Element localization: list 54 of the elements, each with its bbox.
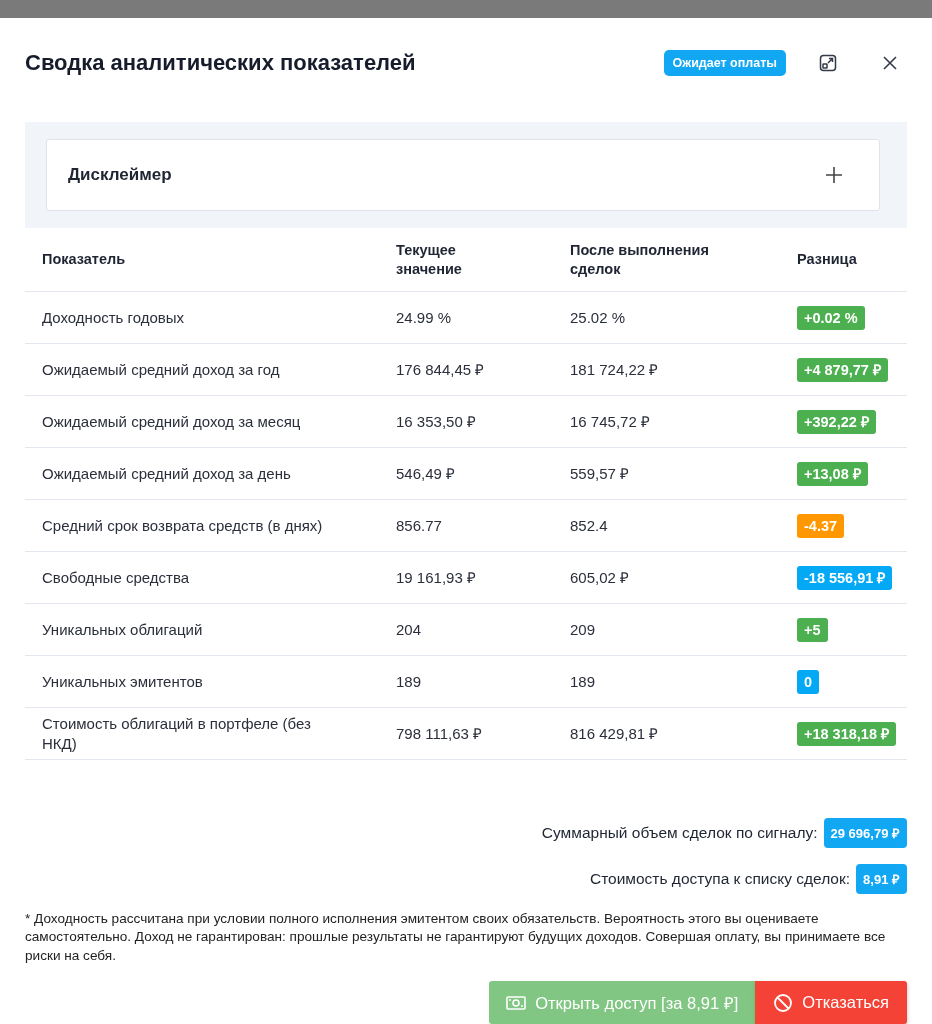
table-cell: Свободные средства — [25, 551, 379, 604]
expand-icon[interactable] — [818, 53, 838, 73]
table-cell: Ожидаемый средний доход за день — [25, 447, 379, 500]
table-cell: 176 844,45 ₽ — [379, 343, 553, 396]
difference-badge: -18 556,91 ₽ — [797, 565, 893, 590]
footnote-text: * Доходность рассчитана при условии полного исполнения эмитентом своих обязательств. Вероятность этого вы оцениваете самостоятельно. Доход не гарантирован: прошлые результаты не гарантируют будущих доходов. Совершая оплату, вы принимаете все риски на себя. — [25, 910, 887, 965]
summary-label: Суммарный объем сделок по сигналу: — [541, 824, 818, 842]
table-cell: 204 — [379, 603, 553, 656]
decline-button[interactable]: Отказаться — [755, 981, 907, 1024]
column-header: После выполнения сделок — [553, 228, 780, 292]
table-cell: Стоимость облигаций в портфеле (без НКД) — [25, 707, 379, 760]
difference-badge: +0.02 % — [797, 305, 865, 330]
difference-badge: -4.37 — [797, 513, 845, 538]
table-cell: 605,02 ₽ — [553, 551, 780, 604]
summary-value: 29 696,79 ₽ — [823, 818, 907, 848]
table-cell: Уникальных облигаций — [25, 603, 379, 656]
prohibited-icon — [773, 992, 794, 1013]
table-cell: 559,57 ₽ — [553, 447, 780, 500]
table-cell: 856.77 — [379, 499, 553, 552]
table-cell: 798 111,63 ₽ — [379, 707, 553, 760]
table-cell: Ожидаемый средний доход за месяц — [25, 395, 379, 448]
table-cell: 546,49 ₽ — [379, 447, 553, 500]
dialog-title: Сводка аналитических показателей — [25, 50, 417, 76]
difference-badge: +392,22 ₽ — [797, 409, 876, 434]
column-header: Текущее значение — [379, 228, 553, 292]
column-header: Показатель — [25, 228, 379, 292]
plus-icon — [825, 166, 843, 184]
table-cell: Уникальных эмитентов — [25, 655, 379, 708]
difference-badge: +18 318,18 ₽ — [797, 721, 896, 746]
table-cell: Ожидаемый средний доход за год — [25, 343, 379, 396]
table-cell: 25.02 % — [553, 291, 780, 344]
table-cell: 189 — [379, 655, 553, 708]
table-cell: 16 353,50 ₽ — [379, 395, 553, 448]
status-badge: Ожидает оплаты — [663, 50, 786, 76]
disclaimer-header[interactable]: Дисклеймер — [46, 139, 880, 211]
banknote-icon — [506, 994, 527, 1011]
table-cell: 181 724,22 ₽ — [553, 343, 780, 396]
table-cell: 209 — [553, 603, 780, 656]
table-cell: 24.99 % — [379, 291, 553, 344]
table-cell: Средний срок возврата средств (в днях) — [25, 499, 379, 552]
column-header: Разница — [780, 228, 907, 292]
summary-label: Стоимость доступа к списку сделок: — [589, 870, 851, 888]
difference-badge: +5 — [797, 617, 828, 642]
table-cell: 19 161,93 ₽ — [379, 551, 553, 604]
close-icon[interactable] — [882, 55, 898, 71]
table-cell: 189 — [553, 655, 780, 708]
difference-badge: +4 879,77 ₽ — [797, 357, 888, 382]
difference-badge: +13,08 ₽ — [797, 461, 868, 486]
table-cell: 816 429,81 ₽ — [553, 707, 780, 760]
table-cell: 852.4 — [553, 499, 780, 552]
table-cell: Доходность годовых — [25, 291, 379, 344]
table-cell: 16 745,72 ₽ — [553, 395, 780, 448]
difference-badge: 0 — [797, 669, 820, 694]
summary-value: 8,91 ₽ — [856, 864, 907, 894]
